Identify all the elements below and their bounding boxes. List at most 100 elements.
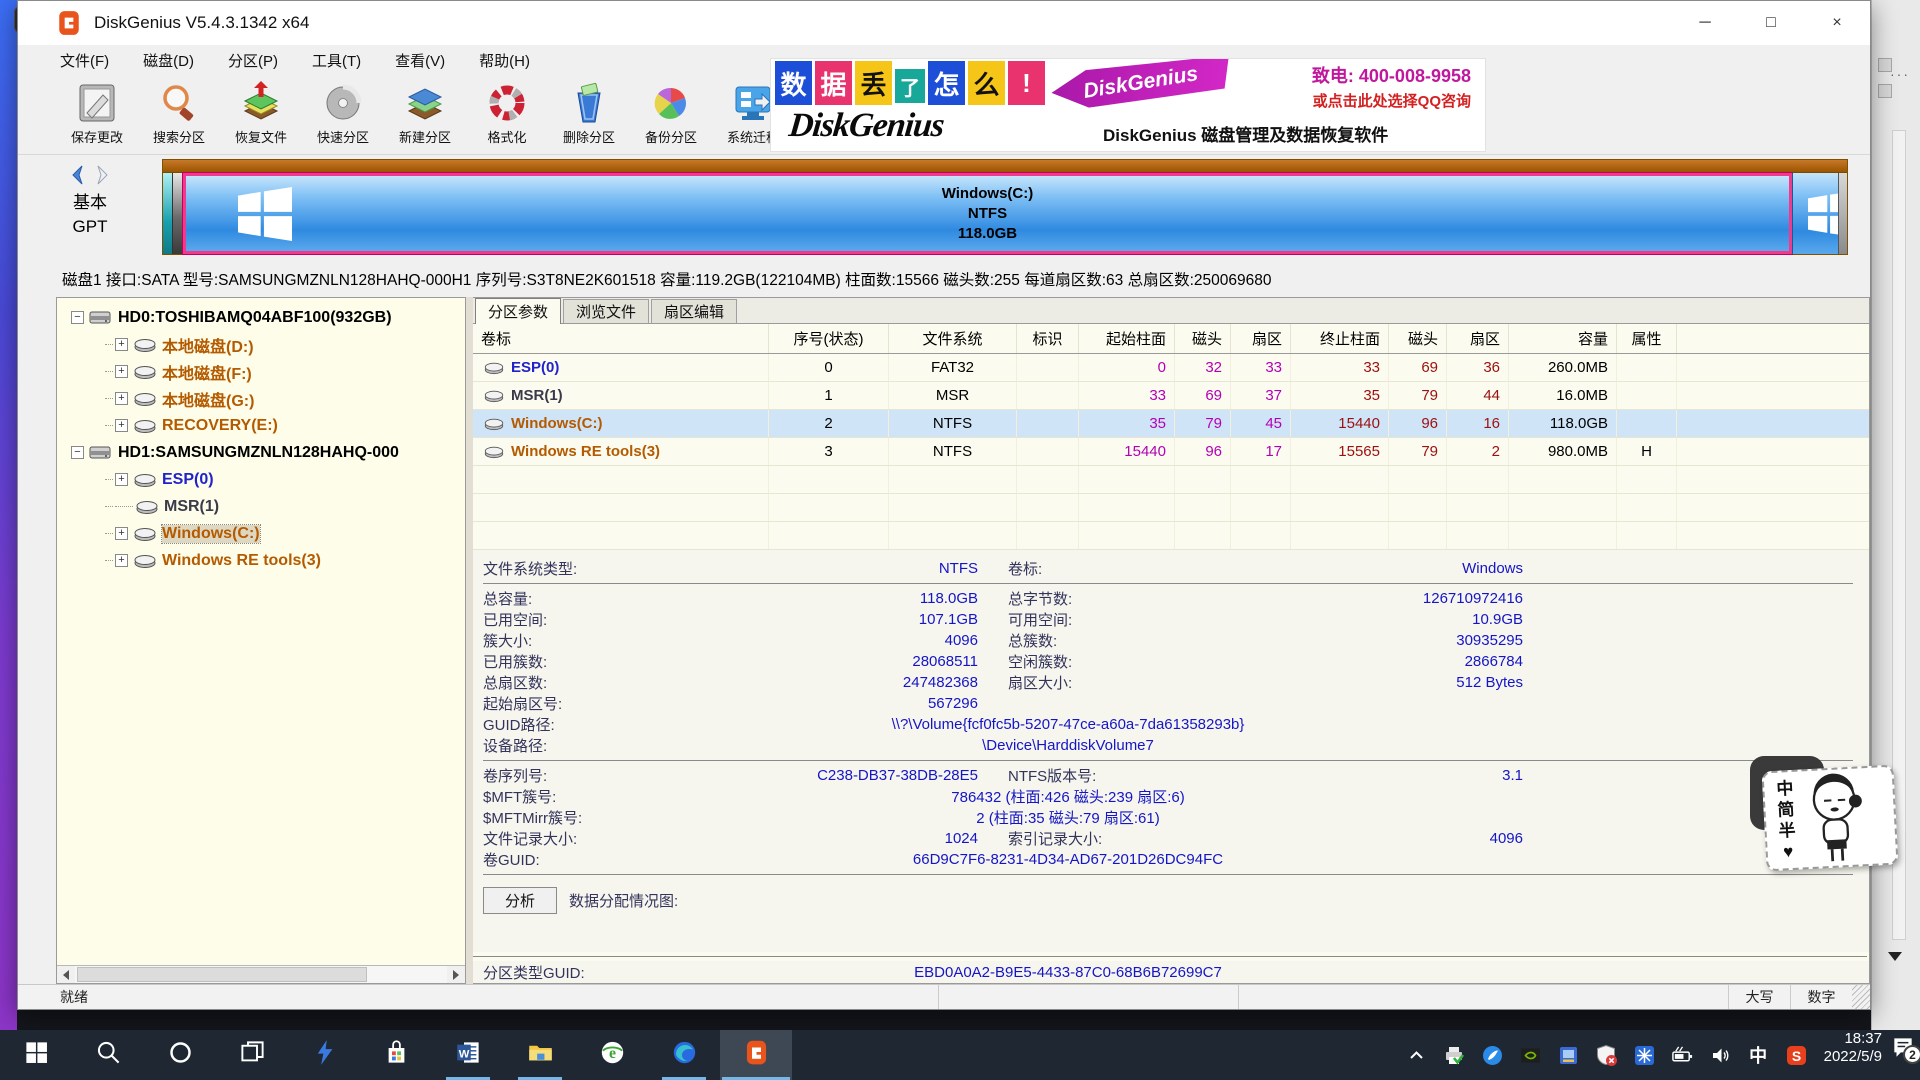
table-row[interactable]: ESP(0)0FAT3203233336936260.0MB bbox=[473, 354, 1869, 382]
tree-item-hd1-samsungmznln128hahq-000[interactable]: −HD1:SAMSUNGMZNLN128HAHQ-000 bbox=[57, 439, 465, 466]
banner-contact[interactable]: 致电: 400-008-9958 或点击此处选择QQ咨询 bbox=[1239, 59, 1471, 111]
resize-grip[interactable] bbox=[1852, 985, 1870, 1009]
column-header-8[interactable]: 磁头 bbox=[1389, 324, 1447, 353]
column-header-9[interactable]: 扇区 bbox=[1447, 324, 1509, 353]
panel-splitter[interactable] bbox=[466, 297, 473, 984]
volume-icon[interactable] bbox=[1709, 1044, 1732, 1067]
tree-item-msr-1-[interactable]: MSR(1) bbox=[57, 493, 465, 520]
start-button[interactable] bbox=[0, 1030, 72, 1080]
expand-icon[interactable]: + bbox=[115, 338, 128, 351]
toolbar-button-delete-partition[interactable]: 删除分区 bbox=[548, 75, 630, 146]
word-button[interactable]: W bbox=[432, 1030, 504, 1080]
tree-item-windows-c-[interactable]: +Windows(C:) bbox=[57, 520, 465, 547]
toolbar-button-format[interactable]: 格式化 bbox=[466, 75, 548, 146]
menu-item-3[interactable]: 分区(P) bbox=[228, 50, 278, 71]
column-header-3[interactable]: 标识 bbox=[1017, 324, 1079, 353]
toolbar-button-backup-partition[interactable]: 备份分区 bbox=[630, 75, 712, 146]
table-row[interactable]: Windows RE tools(3)3NTFS1544096171556579… bbox=[473, 438, 1869, 466]
file-explorer-button[interactable] bbox=[504, 1030, 576, 1080]
close-button[interactable]: × bbox=[1804, 1, 1870, 45]
minimize-button[interactable]: ─ bbox=[1672, 1, 1738, 45]
collapse-icon[interactable]: − bbox=[71, 311, 84, 324]
expand-icon[interactable]: + bbox=[115, 527, 128, 540]
column-header-10[interactable]: 容量 bbox=[1509, 324, 1617, 353]
edge-button[interactable] bbox=[648, 1030, 720, 1080]
ad-banner[interactable]: 数据丢了怎么! DiskGenius 致电: 400-008-9958 或点击此… bbox=[770, 58, 1486, 152]
browser-360-button[interactable]: e bbox=[576, 1030, 648, 1080]
menu-item-6[interactable]: 帮助(H) bbox=[479, 50, 530, 71]
table-row[interactable]: MSR(1)1MSR33693735794416.0MB bbox=[473, 382, 1869, 410]
tree-item-esp-0-[interactable]: +ESP(0) bbox=[57, 466, 465, 493]
tab-浏览文件[interactable]: 浏览文件 bbox=[563, 299, 649, 323]
maximize-button[interactable]: □ bbox=[1738, 1, 1804, 45]
menu-item-1[interactable]: 文件(F) bbox=[60, 50, 109, 71]
menu-item-2[interactable]: 磁盘(D) bbox=[143, 50, 194, 71]
toolbar-button-save[interactable]: 保存更改 bbox=[56, 75, 138, 146]
caret-down-icon[interactable] bbox=[1888, 952, 1902, 961]
table-row[interactable]: Windows(C:)2NTFS357945154409616118.0GB bbox=[473, 410, 1869, 438]
expand-icon[interactable]: + bbox=[115, 392, 128, 405]
column-header-4[interactable]: 起始柱面 bbox=[1079, 324, 1175, 353]
tab-分区参数[interactable]: 分区参数 bbox=[475, 298, 561, 324]
toolbar-button-recover-file[interactable]: 恢复文件 bbox=[220, 75, 302, 146]
detail-row: 总扇区数:247482368扇区大小:512 Bytes bbox=[483, 672, 1855, 693]
partition-sliver-msr[interactable] bbox=[173, 173, 183, 254]
scroll-left-icon[interactable] bbox=[57, 966, 75, 983]
tree-item-hd0-toshibamq04abf100-932gb-[interactable]: −HD0:TOSHIBAMQ04ABF100(932GB) bbox=[57, 304, 465, 331]
disk-graph-region: 基本 GPT Windows(C:) NTFS 118.0GB bbox=[18, 155, 1870, 261]
snowflake-tool-icon[interactable] bbox=[1633, 1044, 1656, 1067]
menu-item-5[interactable]: 查看(V) bbox=[395, 50, 445, 71]
defender-shield-icon[interactable] bbox=[1595, 1044, 1618, 1067]
thunder-icon[interactable] bbox=[1481, 1044, 1504, 1067]
tab-扇区编辑[interactable]: 扇区编辑 bbox=[651, 299, 737, 323]
expand-icon[interactable]: + bbox=[115, 554, 128, 567]
expand-icon[interactable]: + bbox=[115, 473, 128, 486]
column-header-11[interactable]: 属性 bbox=[1617, 324, 1677, 353]
scrollbar-track[interactable] bbox=[75, 966, 447, 983]
column-header-5[interactable]: 磁头 bbox=[1175, 324, 1231, 353]
expand-icon[interactable]: + bbox=[115, 419, 128, 432]
toolbar-button-search-partition[interactable]: 搜索分区 bbox=[138, 75, 220, 146]
toolbar-button-quick-partition[interactable]: 快速分区 bbox=[302, 75, 384, 146]
partition-sliver-esp[interactable] bbox=[163, 173, 173, 254]
column-header-7[interactable]: 终止柱面 bbox=[1291, 324, 1389, 353]
banner-qq-link[interactable]: 或点击此处选择QQ咨询 bbox=[1239, 90, 1471, 111]
power-plug-icon[interactable] bbox=[1671, 1044, 1694, 1067]
tree-horizontal-scrollbar[interactable] bbox=[57, 965, 465, 983]
printer-status-icon[interactable] bbox=[1443, 1044, 1466, 1067]
column-header-6[interactable]: 扇区 bbox=[1231, 324, 1291, 353]
tree-item-windows-re-tools-3-[interactable]: +Windows RE tools(3) bbox=[57, 547, 465, 574]
task-view-button[interactable] bbox=[216, 1030, 288, 1080]
flash-app-button[interactable] bbox=[288, 1030, 360, 1080]
tree-item--d-[interactable]: +本地磁盘(D:) bbox=[57, 331, 465, 358]
partition-block-re-tools[interactable] bbox=[1792, 173, 1838, 254]
prev-disk-icon[interactable] bbox=[70, 165, 85, 185]
action-center-button[interactable]: 2 bbox=[1886, 1030, 1920, 1064]
ime-status-widget[interactable]: 中简半♥ bbox=[1764, 768, 1902, 872]
chevron-up-icon[interactable] bbox=[1405, 1044, 1428, 1067]
column-header-1[interactable]: 序号(状态) bbox=[769, 324, 889, 353]
intel-graphics-icon[interactable] bbox=[1557, 1044, 1580, 1067]
expand-icon[interactable]: + bbox=[115, 365, 128, 378]
analyze-button[interactable]: 分析 bbox=[483, 887, 557, 914]
tree-item--g-[interactable]: +本地磁盘(G:) bbox=[57, 385, 465, 412]
ime-lang-icon[interactable]: 中 bbox=[1747, 1044, 1770, 1067]
diskgenius-taskbar-button[interactable] bbox=[720, 1030, 792, 1080]
scrollbar-thumb[interactable] bbox=[77, 967, 367, 982]
store-button[interactable] bbox=[360, 1030, 432, 1080]
nvidia-icon[interactable] bbox=[1519, 1044, 1542, 1067]
column-header-0[interactable]: 卷标 bbox=[473, 324, 769, 353]
menu-item-4[interactable]: 工具(T) bbox=[312, 50, 361, 71]
next-disk-icon[interactable] bbox=[95, 165, 110, 185]
scroll-right-icon[interactable] bbox=[447, 966, 465, 983]
cortana-button[interactable] bbox=[144, 1030, 216, 1080]
collapse-icon[interactable]: − bbox=[71, 446, 84, 459]
sogou-icon[interactable]: S bbox=[1785, 1044, 1808, 1067]
taskbar-clock[interactable]: 18:37 2022/5/9 bbox=[1824, 1030, 1882, 1080]
taskbar-search-button[interactable] bbox=[72, 1030, 144, 1080]
tree-item--f-[interactable]: +本地磁盘(F:) bbox=[57, 358, 465, 385]
partition-block-windows-c[interactable]: Windows(C:) NTFS 118.0GB bbox=[183, 173, 1792, 254]
toolbar-button-new-partition[interactable]: 新建分区 bbox=[384, 75, 466, 146]
column-header-2[interactable]: 文件系统 bbox=[889, 324, 1017, 353]
tree-item-recovery-e-[interactable]: +RECOVERY(E:) bbox=[57, 412, 465, 439]
